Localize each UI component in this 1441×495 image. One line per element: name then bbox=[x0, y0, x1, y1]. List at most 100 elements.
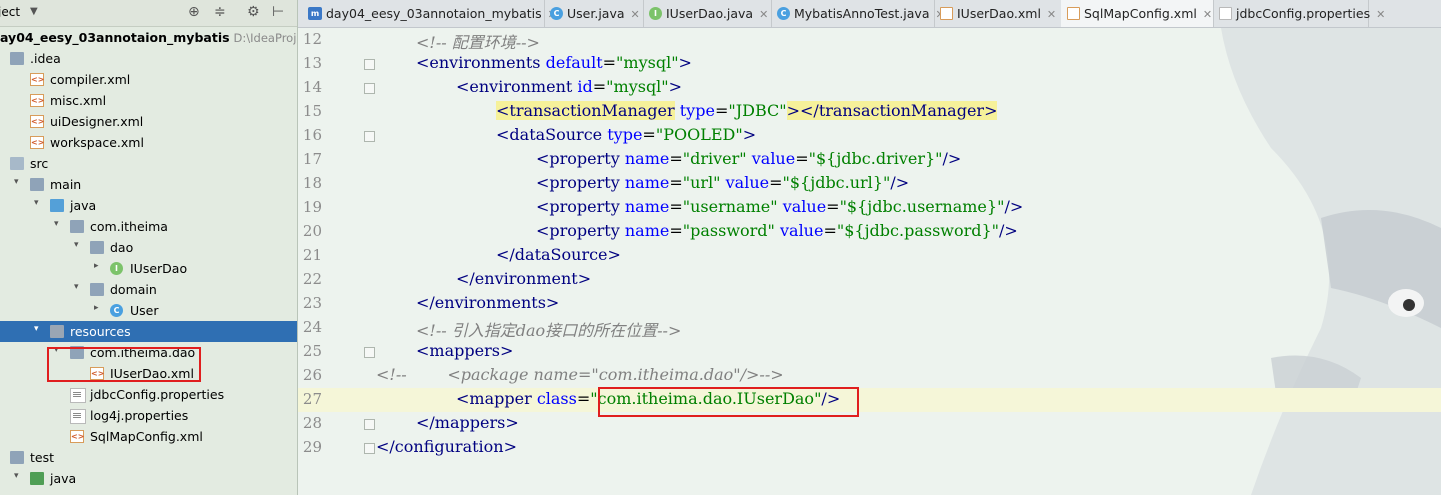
tree-item[interactable]: ay04_eesy_03annotaion_mybatis D:\IdeaProj… bbox=[0, 27, 297, 48]
tree-item[interactable]: src bbox=[0, 153, 297, 174]
close-icon[interactable]: ✕ bbox=[1047, 8, 1056, 21]
code-line[interactable]: 28 </mappers> bbox=[298, 412, 1441, 436]
editor-tab[interactable]: C User.java ✕ bbox=[544, 0, 644, 27]
code-token: > bbox=[607, 245, 621, 264]
code-line[interactable]: 23 </environments> bbox=[298, 292, 1441, 316]
close-icon[interactable]: ✕ bbox=[631, 8, 640, 21]
code-text: </environments> bbox=[416, 293, 559, 312]
editor-tab[interactable]: SqlMapConfig.xml ✕ bbox=[1061, 0, 1214, 27]
chevron-down-icon[interactable]: ▾ bbox=[54, 219, 64, 229]
code-line[interactable]: 19 <property name="username" value="${jdb… bbox=[298, 196, 1441, 220]
line-number: 27 bbox=[302, 390, 322, 408]
code-text: </dataSource> bbox=[496, 245, 621, 264]
crosshair-icon[interactable]: ⊕ bbox=[188, 4, 200, 20]
tree-item-label: test bbox=[30, 450, 55, 465]
chevron-right-icon[interactable]: ▸ bbox=[94, 303, 104, 313]
code-line[interactable]: 18 <property name="url" value="${jdbc.url… bbox=[298, 172, 1441, 196]
hide-panel-icon[interactable]: ⊢ bbox=[272, 4, 284, 20]
tree-item[interactable]: .idea bbox=[0, 48, 297, 69]
tree-item[interactable]: <> compiler.xml bbox=[0, 69, 297, 90]
project-panel: ject ▼ ⊕ ≑ ⚙ ⊢ ay04_eesy_03annotaion_myb… bbox=[0, 0, 298, 495]
code-line[interactable]: 21 </dataSource> bbox=[298, 244, 1441, 268]
tree-item[interactable]: <> uiDesigner.xml bbox=[0, 111, 297, 132]
code-line[interactable]: 24 <!-- 引入指定dao接口的所在位置--> bbox=[298, 316, 1441, 340]
tree-item[interactable]: ▾ java bbox=[0, 468, 297, 489]
code-line[interactable]: 14 <environment id="mysql"> bbox=[298, 76, 1441, 100]
code-token: value bbox=[782, 197, 827, 216]
code-editor[interactable]: 12 <!-- 配置环境--> 13 <environments default="m… bbox=[298, 28, 1441, 495]
editor-tab-label: MybatisAnnoTest.java bbox=[794, 6, 930, 21]
code-line[interactable]: 22 </environment> bbox=[298, 268, 1441, 292]
editor-tab[interactable]: CMybatisAnnoTest.java✕ bbox=[771, 0, 945, 27]
code-token: "driver" bbox=[682, 149, 747, 168]
folder-icon bbox=[30, 178, 44, 191]
tree-item[interactable]: ▾ test bbox=[0, 447, 297, 468]
editor-tab[interactable]: I IUserDao.java ✕ bbox=[643, 0, 772, 27]
gear-icon[interactable]: ⚙ bbox=[247, 4, 260, 20]
tree-item[interactable]: ▸ I IUserDao bbox=[0, 258, 297, 279]
chevron-down-icon[interactable]: ▾ bbox=[74, 282, 84, 292]
tree-item[interactable]: ▾ resources bbox=[0, 321, 297, 342]
code-line[interactable]: 17 <property name="driver" value="${jdbc.… bbox=[298, 148, 1441, 172]
code-line[interactable]: 20 <property name="password" value="${jdb… bbox=[298, 220, 1441, 244]
code-token: "mysql" bbox=[606, 77, 669, 96]
chevron-down-icon[interactable]: ▼ bbox=[30, 6, 38, 17]
code-token: property bbox=[549, 173, 620, 192]
code-line[interactable]: 27 <mapper class="com.itheima.dao.IUserDa… bbox=[298, 388, 1441, 412]
tree-item-label: uiDesigner.xml bbox=[50, 114, 144, 129]
tree-item[interactable]: ▾ domain bbox=[0, 279, 297, 300]
code-token: /> bbox=[942, 149, 962, 168]
code-text: <property name="username" value="${jdbc.… bbox=[536, 197, 1023, 216]
editor-tab[interactable]: mday04_eesy_03annotaion_mybatis✕ bbox=[302, 0, 557, 27]
code-line[interactable]: 25 <mappers> bbox=[298, 340, 1441, 364]
chevron-right-icon[interactable]: ▸ bbox=[94, 261, 104, 271]
code-line[interactable]: 13 <environments default="mysql"> bbox=[298, 52, 1441, 76]
line-number: 23 bbox=[302, 294, 322, 312]
tree-item-label: dao bbox=[110, 240, 134, 255]
code-line[interactable]: 29 </configuration> bbox=[298, 436, 1441, 460]
code-line[interactable]: 26 <!-- <package name="com.itheima.dao"/>… bbox=[298, 364, 1441, 388]
editor-tab[interactable]: jdbcConfig.properties ✕ bbox=[1213, 0, 1385, 27]
code-token: value bbox=[779, 221, 824, 240]
chevron-down-icon[interactable]: ▾ bbox=[14, 177, 24, 187]
code-token: > bbox=[668, 77, 683, 96]
code-line[interactable]: 15 <transactionManager type="JDBC"></tran… bbox=[298, 100, 1441, 124]
folder-icon bbox=[10, 451, 24, 464]
chevron-down-icon[interactable]: ▾ bbox=[74, 240, 84, 250]
close-icon[interactable]: ✕ bbox=[1376, 8, 1385, 21]
code-token: < bbox=[536, 173, 550, 192]
interface-icon: I bbox=[110, 262, 123, 275]
editor-tab-label: jdbcConfig.properties bbox=[1236, 6, 1371, 21]
code-token: = bbox=[592, 77, 607, 96]
code-token: > bbox=[984, 101, 998, 120]
chevron-down-icon[interactable]: ▾ bbox=[14, 471, 24, 481]
tree-item[interactable]: ▾ dao bbox=[0, 237, 297, 258]
tree-item[interactable]: <> SqlMapConfig.xml bbox=[0, 426, 297, 447]
code-text: </environment> bbox=[456, 269, 591, 288]
tree-item[interactable]: <> misc.xml bbox=[0, 90, 297, 111]
project-panel-header: ject ▼ ⊕ ≑ ⚙ ⊢ bbox=[0, 0, 297, 27]
tree-item[interactable]: <> workspace.xml bbox=[0, 132, 297, 153]
chevron-down-icon[interactable]: ▾ bbox=[34, 324, 44, 334]
tree-item[interactable]: ▾ main bbox=[0, 174, 297, 195]
close-icon[interactable]: ✕ bbox=[1203, 8, 1212, 21]
collapse-all-icon[interactable]: ≑ bbox=[214, 4, 226, 20]
code-line[interactable]: 16 <dataSource type="POOLED"> bbox=[298, 124, 1441, 148]
module-icon: m bbox=[308, 7, 322, 20]
close-icon[interactable]: ✕ bbox=[759, 8, 768, 21]
tree-item[interactable]: ▸ C User bbox=[0, 300, 297, 321]
chevron-down-icon[interactable]: ▾ bbox=[0, 450, 4, 460]
code-token: default bbox=[545, 53, 603, 72]
tree-item[interactable]: ▾ java bbox=[0, 195, 297, 216]
code-line[interactable]: 12 <!-- 配置环境--> bbox=[298, 28, 1441, 52]
editor-tab[interactable]: IUserDao.xml ✕ bbox=[934, 0, 1062, 27]
tree-item[interactable]: jdbcConfig.properties bbox=[0, 384, 297, 405]
code-token: environments bbox=[434, 293, 546, 312]
tree-item-label: com.itheima bbox=[90, 219, 168, 234]
tree-item-label: resources bbox=[70, 324, 131, 339]
project-view-title[interactable]: ject bbox=[0, 5, 20, 19]
folder-icon bbox=[90, 283, 104, 296]
chevron-down-icon[interactable]: ▾ bbox=[34, 198, 44, 208]
tree-item[interactable]: log4j.properties bbox=[0, 405, 297, 426]
tree-item[interactable]: ▾ com.itheima bbox=[0, 216, 297, 237]
